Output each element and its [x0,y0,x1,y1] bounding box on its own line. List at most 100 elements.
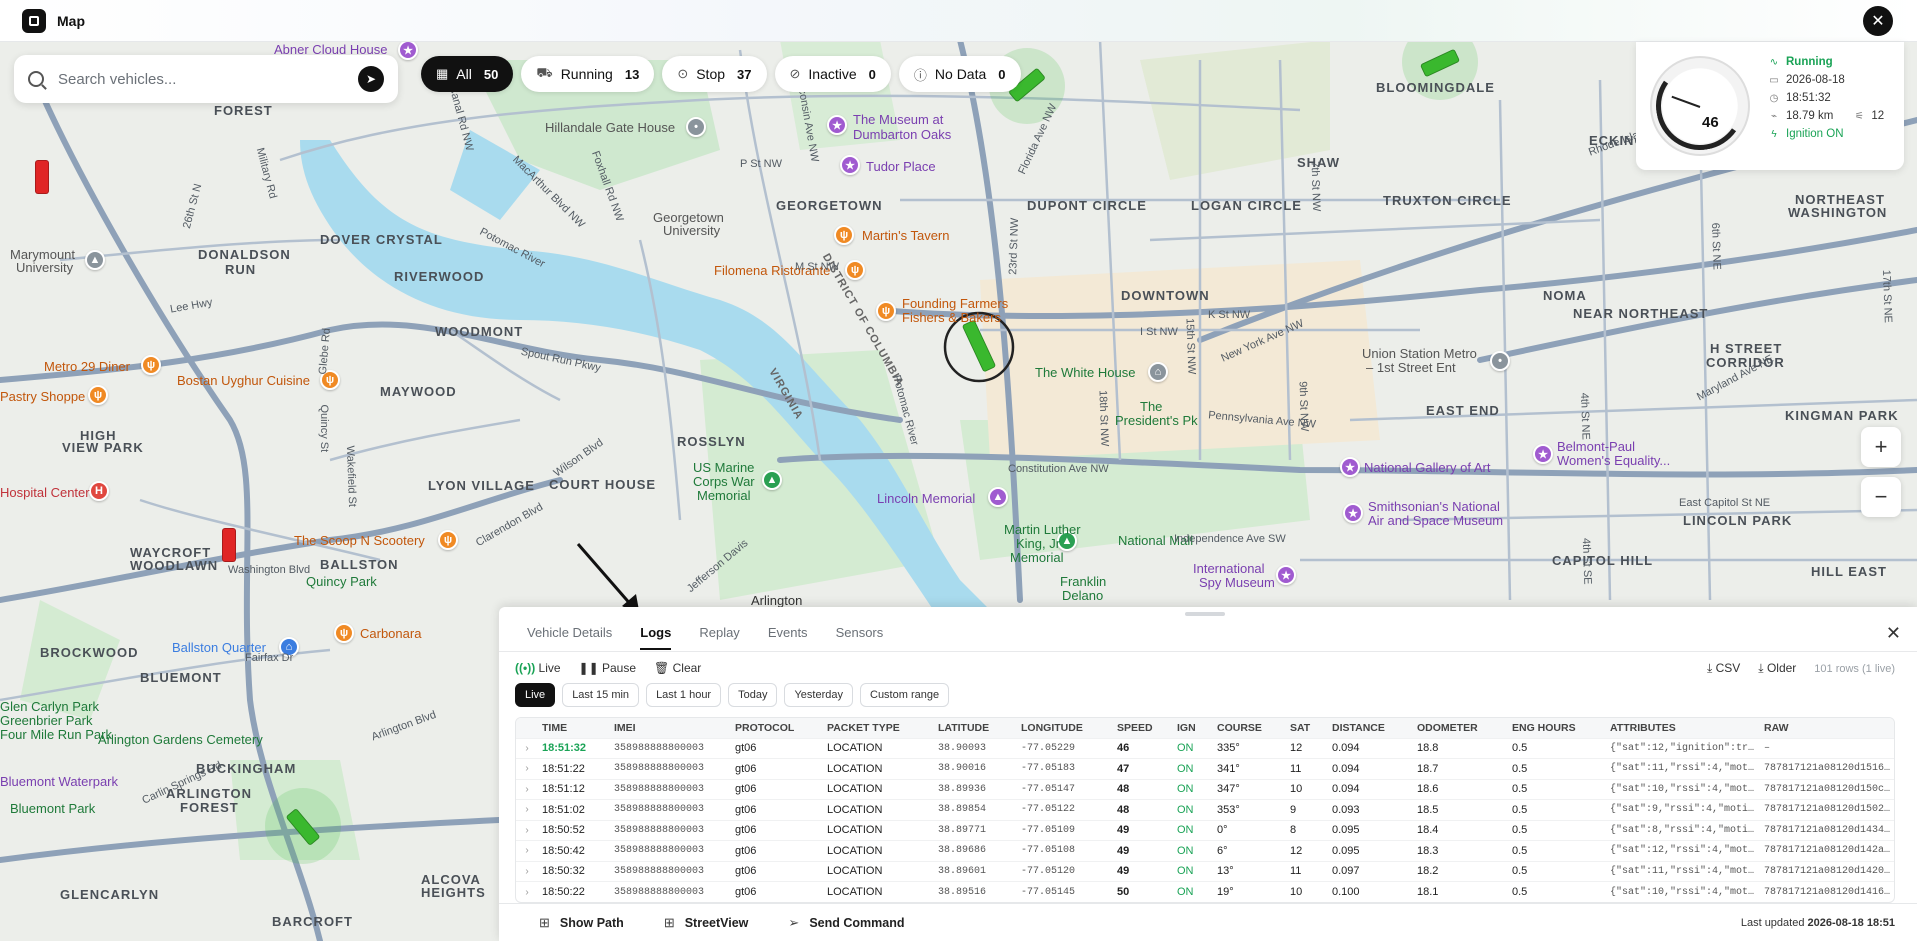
search-input[interactable] [58,70,358,88]
range-today[interactable]: Today [728,683,778,707]
table-header-row: TIME IMEI PROTOCOL PACKET TYPE LATITUDE … [516,718,1894,738]
column-header[interactable]: COURSE [1213,718,1286,738]
filter-inactive[interactable]: ⊘ Inactive 0 [774,56,891,92]
older-button[interactable]: ⤓ Older [1758,661,1796,676]
column-header[interactable]: SPEED [1113,718,1173,738]
close-panel-icon[interactable]: ✕ [1886,623,1901,644]
locate-me-icon[interactable]: ➤ [358,66,384,92]
filter-no-data[interactable]: ⓘ No Data 0 [898,56,1021,92]
column-header[interactable]: PROTOCOL [731,718,823,738]
expand-row-icon[interactable]: › [516,860,538,882]
csv-button[interactable]: ⤓ CSV [1707,661,1740,676]
restaurant-icon[interactable]: ψ [334,623,354,643]
range-live[interactable]: Live [515,683,556,707]
transit-icon[interactable]: • [1490,351,1510,371]
table-row[interactable]: › 18:51:02 358988888800003 gt06 LOCATION 38.8… [516,799,1894,820]
expand-row-icon[interactable]: › [516,840,538,861]
museum-icon[interactable]: ★ [398,40,418,60]
poi-label: Delano [1062,588,1104,603]
logs-table-container[interactable]: TIME IMEI PROTOCOL PACKET TYPE LATITUDE … [515,717,1895,903]
table-row[interactable]: › 18:51:22 358988888800003 gt06 LOCATION 38.9… [516,758,1894,779]
pin-icon: ⊙ [677,66,689,81]
restaurant-icon[interactable]: ψ [876,301,896,321]
hospital-icon[interactable]: H [89,481,109,501]
restaurant-icon[interactable]: ψ [834,225,854,245]
column-header[interactable]: LATITUDE [934,718,1017,738]
range-last-1-hour[interactable]: Last 1 hour [646,683,722,707]
table-row[interactable]: › 18:50:32 358988888800003 gt06 LOCATION 38.8… [516,860,1894,882]
column-header[interactable]: ENG HOURS [1508,718,1606,738]
expand-row-icon[interactable]: › [516,737,538,759]
table-row[interactable]: › 18:50:22 358988888800003 gt06 LOCATION 38.8… [516,881,1894,902]
table-cell: gt06 [731,819,823,841]
trash-icon: 🗑 [654,661,670,675]
table-cell: {"sat":9,"rssi":4,"motio... [1606,799,1760,820]
tab-replay[interactable]: Replay [699,625,739,650]
poi-label: Bostan Uyghur Cuisine [177,373,310,388]
expand-row-icon[interactable]: › [516,758,538,779]
tab-events[interactable]: Events [768,625,808,650]
restaurant-icon[interactable]: ψ [88,385,108,405]
restaurant-icon[interactable]: ψ [845,260,865,280]
zoom-in-button[interactable]: + [1861,427,1901,467]
filter-running[interactable]: ⛟ Running 13 [521,56,655,92]
send-command-button[interactable]: ➢ Send Command [788,915,904,931]
show-path-button[interactable]: ⊞ Show Path [539,915,624,931]
tab-sensors[interactable]: Sensors [836,625,884,650]
tab-logs[interactable]: Logs [640,625,672,650]
column-header[interactable]: RAW [1760,718,1894,738]
museum-icon[interactable]: ★ [827,115,847,135]
table-cell: -77.05183 [1017,758,1113,779]
museum-icon[interactable]: ★ [1276,565,1296,585]
range-last-15-min[interactable]: Last 15 min [562,683,640,707]
table-cell: 353° [1213,799,1286,820]
live-button[interactable]: ((•)) Live [515,661,561,675]
expand-row-icon[interactable]: › [516,819,538,841]
table-cell: LOCATION [823,799,934,820]
column-header[interactable]: TIME [538,718,610,738]
live-label: Live [538,661,561,675]
restaurant-icon[interactable]: ψ [141,355,161,375]
museum-icon[interactable]: ★ [1343,503,1363,523]
column-header[interactable]: ATTRIBUTES [1606,718,1760,738]
restaurant-icon[interactable]: ψ [438,530,458,550]
memorial-icon[interactable]: ▲ [988,487,1008,507]
column-header[interactable]: PACKET TYPE [823,718,934,738]
column-header[interactable]: IGN [1173,718,1213,738]
pause-button[interactable]: ❚❚ Pause [579,661,636,675]
landmark-icon[interactable]: ⌂ [1148,362,1168,382]
vehicle-marker-stopped[interactable] [222,528,236,562]
column-header[interactable]: IMEI [610,718,731,738]
table-row[interactable]: › 18:50:42 358988888800003 gt06 LOCATION 38.8… [516,840,1894,861]
expand-row-icon[interactable]: › [516,799,538,820]
university-icon[interactable]: ▲ [85,250,105,270]
panel-drag-handle[interactable] [1185,612,1225,616]
landmark-icon[interactable]: • [686,117,706,137]
table-row[interactable]: › 18:51:32 358988888800003 gt06 LOCATION 38.9… [516,737,1894,759]
filter-stop[interactable]: ⊙ Stop 37 [662,56,767,92]
expand-row-icon[interactable]: › [516,778,538,800]
column-header[interactable]: DISTANCE [1328,718,1413,738]
column-header[interactable]: ODOMETER [1413,718,1508,738]
memorial-icon[interactable]: ▲ [762,470,782,490]
range-yesterday[interactable]: Yesterday [784,683,853,707]
column-header[interactable]: LONGITUDE [1017,718,1113,738]
table-row[interactable]: › 18:51:12 358988888800003 gt06 LOCATION 38.8… [516,778,1894,800]
vehicle-marker-stopped[interactable] [35,160,49,194]
vehicle-status-card: 46 ∿ Running ▭ 2026-08-18 ◷ 18:51:32 ⌁ 18.79… [1636,42,1904,170]
zoom-out-button[interactable]: − [1861,477,1901,517]
column-header[interactable]: SAT [1286,718,1328,738]
museum-icon[interactable]: ★ [1340,457,1360,477]
clear-button[interactable]: 🗑 Clear [654,661,701,675]
close-icon[interactable]: ✕ [1863,6,1893,36]
streetview-button[interactable]: ⊞ StreetView [664,915,749,931]
museum-icon[interactable]: ★ [1533,444,1553,464]
range-custom[interactable]: Custom range [860,683,950,707]
expand-row-icon[interactable]: › [516,881,538,902]
filter-count: 0 [868,66,876,82]
table-row[interactable]: › 18:50:52 358988888800003 gt06 LOCATION 38.8… [516,819,1894,841]
tab-vehicle-details[interactable]: Vehicle Details [527,625,612,650]
museum-icon[interactable]: ★ [840,155,860,175]
filter-all[interactable]: ▦ All 50 [421,56,514,92]
send-icon: ➢ [788,914,800,930]
